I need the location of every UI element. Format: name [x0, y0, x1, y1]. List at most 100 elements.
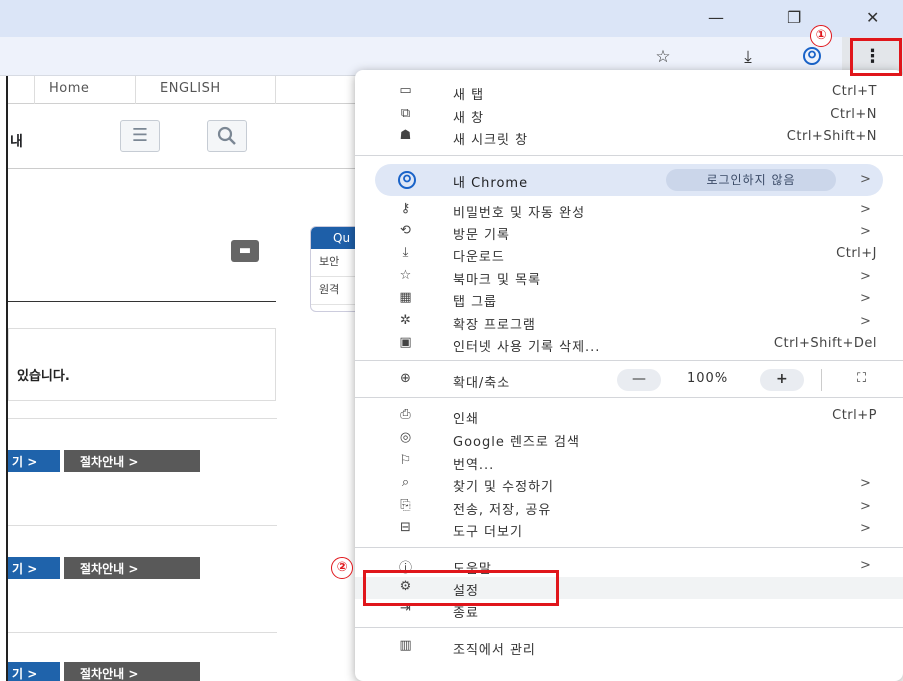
menu-item-google-lens[interactable]: ◎ Google 렌즈로 검색: [355, 428, 903, 450]
menu-label: 다운로드: [453, 250, 505, 265]
row-divider: [8, 632, 277, 633]
menu-divider: [355, 155, 903, 156]
menu-label: 새 창: [453, 111, 485, 126]
history-icon: ⟲: [400, 223, 412, 238]
menu-item-more-tools[interactable]: ⊟ 도구 더보기 >: [355, 518, 903, 540]
chevron-right-icon: >: [860, 314, 872, 329]
menu-label: 찾기 및 수정하기: [453, 480, 554, 495]
menu-item-passwords[interactable]: ⚷ 비밀번호 및 자동 완성 >: [355, 199, 903, 221]
menu-label: 탭 그룹: [453, 295, 498, 310]
notice-text: 있습니다.: [17, 369, 70, 384]
menu-divider: [355, 627, 903, 628]
site-nav: Home ENGLISH: [8, 76, 355, 104]
menu-divider: [355, 547, 903, 548]
row-divider: [8, 525, 277, 526]
menu-item-translate[interactable]: ⚐ 번역...: [355, 451, 903, 473]
menu-shortcut: Ctrl+P: [832, 408, 877, 423]
lens-icon: ◎: [399, 430, 413, 445]
trash-icon: ▣: [399, 335, 413, 350]
menu-item-new-incognito[interactable]: ☗ 새 시크릿 창 Ctrl+Shift+N: [355, 126, 903, 148]
extensions-icon: ✲: [400, 313, 412, 328]
divider: [8, 301, 276, 302]
print-button[interactable]: ▬: [231, 240, 259, 262]
menu-item-managed-by-org[interactable]: ▥ 조직에서 관리: [355, 636, 903, 658]
menu-item-find-edit[interactable]: ⌕ 찾기 및 수정하기 >: [355, 473, 903, 495]
menu-item-new-window[interactable]: ⧉ 새 창 Ctrl+N: [355, 104, 903, 126]
menu-item-extensions[interactable]: ✲ 확장 프로그램 >: [355, 311, 903, 333]
zoom-out-button[interactable]: —: [632, 371, 647, 387]
title-bar: — ❐ ✕: [0, 0, 903, 37]
printer-icon: ▬: [238, 243, 252, 258]
menu-item-downloads[interactable]: ⤓ 다운로드 Ctrl+J: [355, 243, 903, 265]
menu-item-new-tab[interactable]: ▭ 새 탭 Ctrl+T: [355, 81, 903, 103]
row-divider: [8, 418, 277, 419]
procedure-guide-button[interactable]: 절차안내 >: [64, 557, 200, 579]
minimize-button[interactable]: —: [708, 8, 724, 27]
menu-shortcut: Ctrl+N: [830, 107, 877, 122]
nav-english-link[interactable]: ENGLISH: [160, 81, 221, 96]
apply-button[interactable]: 기 >: [8, 450, 60, 472]
chevron-right-icon: >: [860, 172, 871, 187]
menu-shortcut: Ctrl+J: [836, 246, 877, 261]
chevron-right-icon: >: [860, 558, 872, 573]
highlight-box-step2: [363, 570, 559, 606]
menu-item-cast-save-share[interactable]: ⎘ 전송, 저장, 공유 >: [355, 496, 903, 518]
nav-home-link[interactable]: Home: [49, 81, 89, 96]
procedure-guide-button[interactable]: 절차안내 >: [64, 662, 200, 681]
star-icon: ☆: [399, 268, 413, 283]
menu-label: 확장 프로그램: [453, 318, 536, 333]
apply-button[interactable]: 기 >: [8, 662, 60, 681]
new-window-icon: ⧉: [400, 106, 412, 121]
menu-item-tab-groups[interactable]: ▦ 탭 그룹 >: [355, 288, 903, 310]
menu-item-profile[interactable]: 내 Chrome 로그인하지 않음 >: [375, 164, 883, 196]
restore-button[interactable]: ❐: [787, 8, 801, 27]
menu-label: 새 탭: [453, 88, 485, 103]
profile-icon[interactable]: [801, 46, 823, 68]
fullscreen-icon[interactable]: ⛶: [857, 371, 867, 386]
menu-divider: [355, 360, 903, 361]
menu-shortcut: Ctrl+Shift+Del: [773, 336, 877, 351]
menu-label: 방문 기록: [453, 228, 510, 243]
menu-label: 번역...: [453, 458, 495, 473]
menu-label: 비밀번호 및 자동 완성: [453, 206, 586, 221]
divider: [8, 168, 355, 169]
translate-icon: ⚐: [399, 453, 413, 468]
tab-groups-icon: ▦: [399, 290, 413, 305]
download-icon[interactable]: ⤓: [737, 46, 759, 68]
chevron-right-icon: >: [860, 291, 872, 306]
hamburger-icon: ☰: [131, 125, 149, 146]
toolbox-icon: ⊟: [400, 520, 412, 535]
menu-label: Google 렌즈로 검색: [453, 435, 580, 450]
printer-icon: ⎙: [400, 407, 412, 422]
apply-button[interactable]: 기 >: [8, 557, 60, 579]
star-icon[interactable]: ☆: [652, 46, 674, 68]
notice-box: 있습니다.: [8, 328, 276, 401]
nav-divider: [275, 76, 276, 104]
zoom-level: 100%: [687, 371, 729, 386]
zoom-in-button[interactable]: +: [776, 371, 789, 387]
menu-label: 인쇄: [453, 412, 479, 427]
menu-divider: [355, 397, 903, 398]
highlight-box-step1: [850, 38, 902, 76]
menu-item-print[interactable]: ⎙ 인쇄 Ctrl+P: [355, 405, 903, 427]
chevron-right-icon: >: [860, 521, 872, 536]
menu-label: 확대/축소: [453, 376, 511, 391]
search-button[interactable]: [207, 120, 247, 152]
menu-label: 전송, 저장, 공유: [453, 503, 552, 518]
menu-label: 조직에서 관리: [453, 643, 536, 658]
menu-item-zoom: ⊕ 확대/축소 — 100% + ⛶: [355, 369, 903, 391]
menu-label: 새 시크릿 창: [453, 133, 529, 148]
nav-divider: [34, 76, 35, 104]
new-tab-icon: ▭: [399, 83, 413, 98]
page-title-fragment: 내: [10, 134, 23, 150]
profile-label: 내 Chrome: [453, 176, 529, 191]
procedure-guide-button[interactable]: 절차안내 >: [64, 450, 200, 472]
menu-item-history[interactable]: ⟲ 방문 기록 >: [355, 221, 903, 243]
menu-label: 도구 더보기: [453, 525, 523, 540]
profile-icon: [397, 170, 417, 194]
menu-item-bookmarks[interactable]: ☆ 북마크 및 목록 >: [355, 266, 903, 288]
menu-item-clear-browsing-data[interactable]: ▣ 인터넷 사용 기록 삭제... Ctrl+Shift+Del: [355, 333, 903, 355]
close-button[interactable]: ✕: [866, 8, 879, 27]
share-icon: ⎘: [400, 498, 412, 513]
hamburger-menu-button[interactable]: ☰: [120, 120, 160, 152]
